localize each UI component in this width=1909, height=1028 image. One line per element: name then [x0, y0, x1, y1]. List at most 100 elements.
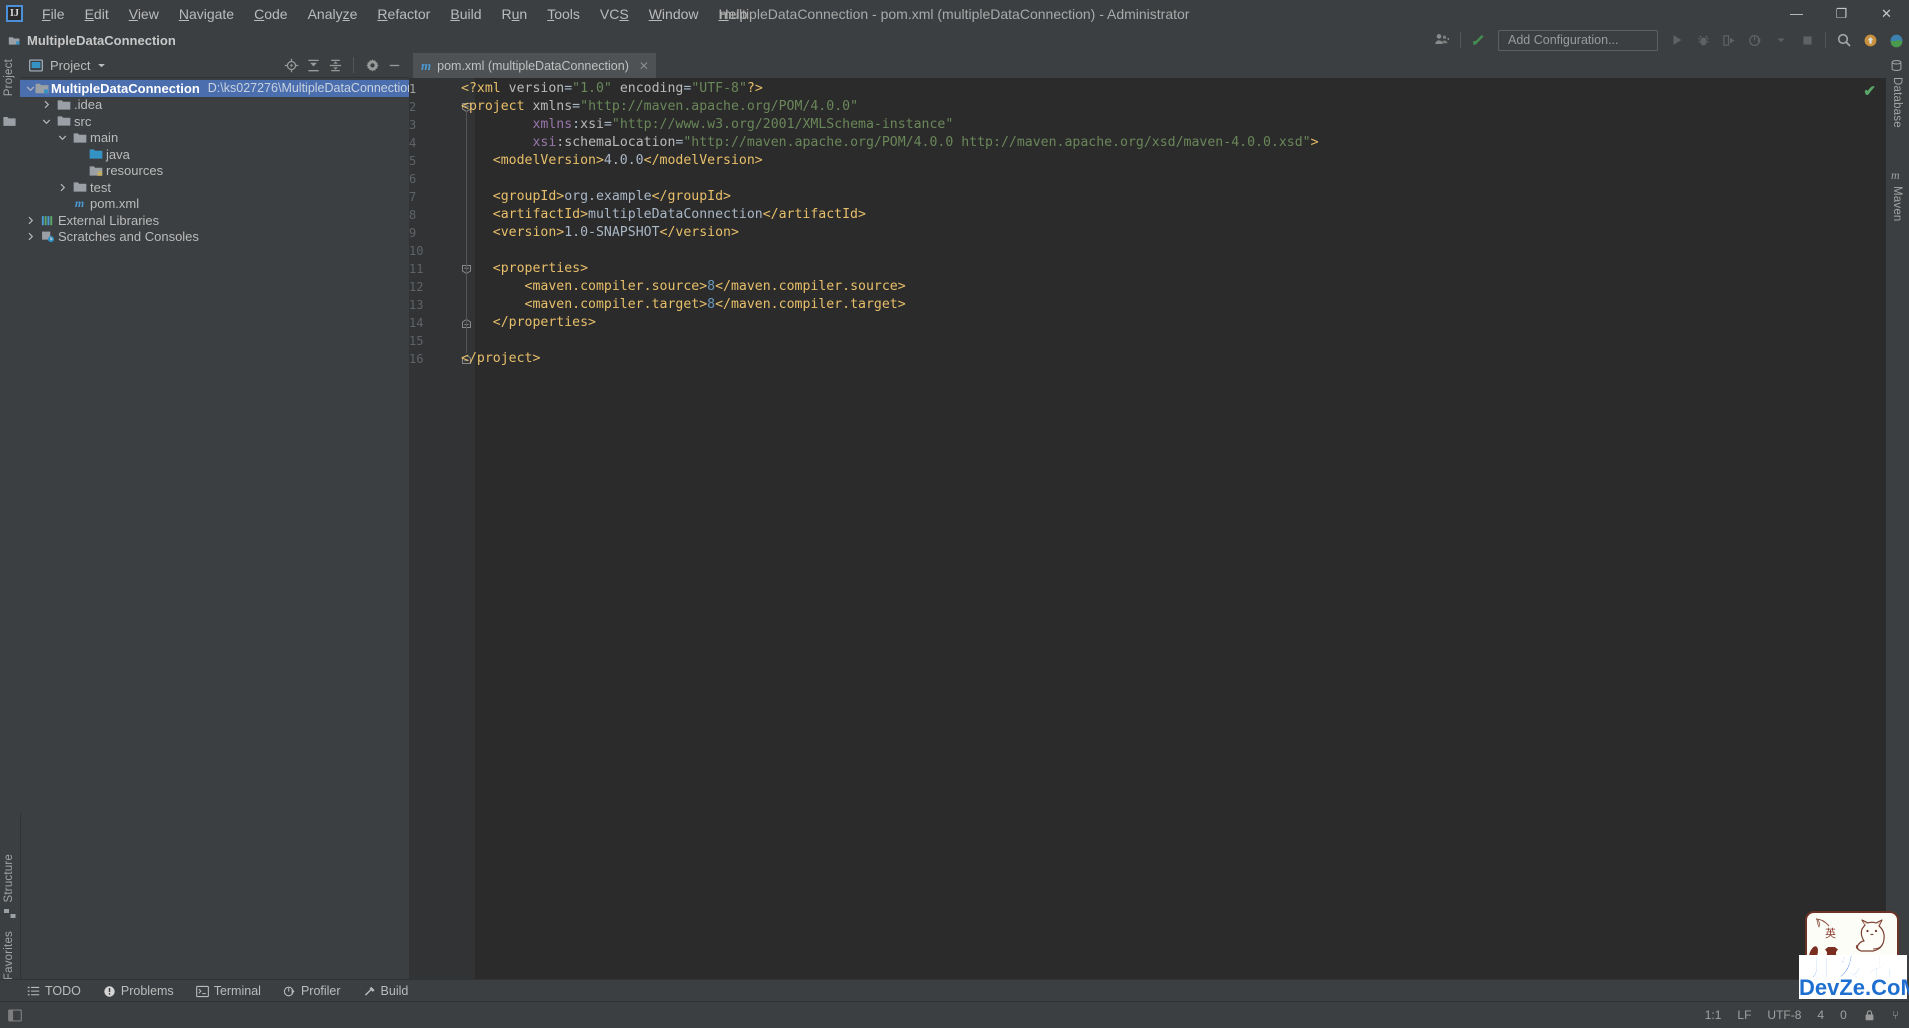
code-line[interactable]: </project>	[461, 350, 540, 368]
sidebar-item-database[interactable]: Database	[1891, 77, 1903, 128]
sidebar-item-maven[interactable]: Maven	[1891, 186, 1903, 222]
bottom-item-build[interactable]: Build	[363, 984, 408, 998]
sidebar-item-project[interactable]: Project	[3, 59, 15, 96]
code-line[interactable]: <project xmlns="http://maven.apache.org/…	[461, 98, 858, 116]
chevron-down-icon[interactable]	[26, 84, 35, 93]
editor-tab-pom-xml[interactable]: m pom.xml (multipleDataConnection) ✕	[413, 53, 656, 78]
tree-node--idea[interactable]: .idea	[20, 97, 409, 114]
collapse-all-icon[interactable]	[326, 56, 344, 74]
chevron-down-icon[interactable]	[97, 61, 106, 70]
chevron-right-icon[interactable]	[42, 100, 55, 109]
code-line[interactable]: <?xml version="1.0" encoding="UTF-8"?>	[461, 80, 763, 98]
code-line[interactable]: <properties>	[461, 260, 588, 278]
code-line[interactable]: <artifactId>multipleDataConnection</arti…	[461, 206, 866, 224]
debug-icon[interactable]	[1690, 29, 1716, 51]
stop-icon[interactable]	[1794, 29, 1820, 51]
tree-node-java[interactable]: java	[20, 146, 409, 163]
bottom-item-problems[interactable]: Problems	[103, 984, 174, 998]
run-with-coverage-icon[interactable]	[1716, 29, 1742, 51]
chevron-down-icon[interactable]	[1768, 29, 1794, 51]
chevron-down-icon[interactable]	[58, 133, 71, 142]
settings-gear-icon[interactable]	[363, 56, 381, 74]
code-line[interactable]: <modelVersion>4.0.0</modelVersion>	[461, 152, 763, 170]
file-encoding[interactable]: UTF-8	[1767, 1008, 1801, 1022]
code-content[interactable]: 1 <?xml version="1.0" encoding="UTF-8"?> 2…	[409, 78, 1886, 1002]
update-project-icon[interactable]	[1466, 29, 1492, 51]
tree-node-main[interactable]: main	[20, 130, 409, 147]
sidebar-item-favorites[interactable]: Favorites	[3, 931, 15, 980]
indent-size[interactable]: 4	[1817, 1008, 1824, 1022]
menu-item-navigate[interactable]: Navigate	[169, 3, 244, 25]
code-line[interactable]: xsi:schemaLocation="http://maven.apache.…	[461, 134, 1318, 152]
maximize-button[interactable]: ❐	[1819, 0, 1864, 27]
ide-globe-icon[interactable]	[1883, 29, 1909, 51]
search-everywhere-icon[interactable]	[1831, 29, 1857, 51]
project-folder-icon	[3, 115, 16, 127]
tree-node-external-libraries[interactable]: External Libraries	[20, 212, 409, 229]
minimize-button[interactable]: —	[1774, 0, 1819, 27]
line-number: 13	[409, 298, 424, 312]
folder-icon	[71, 181, 88, 193]
tree-node-multipledataconnection[interactable]: MultipleDataConnection D:\ks027276\Multip…	[20, 80, 414, 97]
chevron-right-icon[interactable]	[26, 232, 39, 241]
tree-node-path: D:\ks027276\MultipleDataConnection	[207, 81, 415, 96]
code-line[interactable]: <groupId>org.example</groupId>	[461, 188, 731, 206]
menu-item-refactor[interactable]: Refactor	[367, 3, 440, 25]
code-editor[interactable]: 1 <?xml version="1.0" encoding="UTF-8"?> 2…	[409, 78, 1886, 1002]
show-tool-windows-icon[interactable]	[6, 1006, 24, 1024]
menu-item-code[interactable]: Code	[244, 3, 297, 25]
menu-item-tools[interactable]: Tools	[537, 3, 590, 25]
caret-position[interactable]: 1:1	[1705, 1008, 1722, 1022]
code-line[interactable]: </properties>	[461, 314, 596, 332]
project-panel-title-group[interactable]: Project	[29, 58, 106, 73]
status-bar: 1:1 LF UTF-8 4 0 ⑂	[0, 1001, 1909, 1028]
hide-icon[interactable]	[385, 56, 403, 74]
menu-item-vcs[interactable]: VCS	[590, 3, 639, 25]
code-token-plain: =	[564, 81, 573, 96]
editor-scrollbar[interactable]	[1873, 103, 1886, 1002]
code-line[interactable]: <maven.compiler.target>8</maven.compiler…	[461, 296, 906, 314]
code-token-txt: 4.0.0	[603, 153, 644, 168]
menu-item-file[interactable]: File	[32, 3, 75, 25]
code-line[interactable]: <maven.compiler.source>8</maven.compiler…	[461, 278, 906, 296]
chevron-right-icon[interactable]	[26, 216, 39, 225]
bottom-item-todo[interactable]: TODO	[27, 984, 81, 998]
bottom-item-profiler[interactable]: Profiler	[283, 984, 341, 998]
inspection-ok-icon[interactable]: ✔	[1863, 82, 1876, 100]
menu-item-build[interactable]: Build	[440, 3, 491, 25]
menu-item-view[interactable]: View	[119, 3, 169, 25]
profiler-icon[interactable]	[1742, 29, 1768, 51]
menu-item-run[interactable]: Run	[492, 3, 538, 25]
memory-indicator[interactable]: ⑂	[1892, 1008, 1899, 1022]
locate-icon[interactable]	[282, 56, 300, 74]
run-icon[interactable]	[1664, 29, 1690, 51]
sidebar-item-structure[interactable]: Structure	[3, 854, 15, 902]
editor-tab-label: pom.xml (multipleDataConnection)	[437, 58, 629, 73]
menu-item-help[interactable]: Help	[709, 3, 758, 25]
breadcrumb[interactable]: MultipleDataConnection	[8, 33, 176, 48]
close-button[interactable]: ✕	[1864, 0, 1909, 27]
tree-node-resources[interactable]: resources	[20, 163, 409, 180]
code-line[interactable]: <version>1.0-SNAPSHOT</version>	[461, 224, 739, 242]
menu-item-window[interactable]: Window	[639, 3, 709, 25]
line-number: 10	[409, 244, 424, 258]
tree-node-pom-xml[interactable]: m pom.xml	[20, 196, 409, 213]
chevron-right-icon[interactable]	[58, 183, 71, 192]
events-count[interactable]: 0	[1840, 1008, 1847, 1022]
expand-all-icon[interactable]	[304, 56, 322, 74]
tree-node-src[interactable]: src	[20, 113, 409, 130]
code-line[interactable]: xmlns:xsi="http://www.w3.org/2001/XMLSch…	[461, 116, 953, 134]
lock-icon[interactable]	[1863, 1009, 1876, 1022]
close-icon[interactable]: ✕	[639, 59, 649, 73]
menu-item-analyze[interactable]: Analyze	[298, 3, 368, 25]
notifications-icon[interactable]	[1857, 29, 1883, 51]
line-separator[interactable]: LF	[1737, 1008, 1751, 1022]
tree-node-scratches-and-consoles[interactable]: Scratches and Consoles	[20, 229, 409, 246]
menu-item-edit[interactable]: Edit	[75, 3, 119, 25]
tree-node-test[interactable]: test	[20, 179, 409, 196]
user-settings-icon[interactable]	[1429, 29, 1455, 51]
add-configuration-button[interactable]: Add Configuration...	[1498, 29, 1658, 51]
bottom-item-terminal[interactable]: Terminal	[195, 984, 261, 998]
chevron-down-icon[interactable]	[42, 117, 55, 126]
project-tree: MultipleDataConnection D:\ks027276\Multip…	[20, 78, 414, 246]
